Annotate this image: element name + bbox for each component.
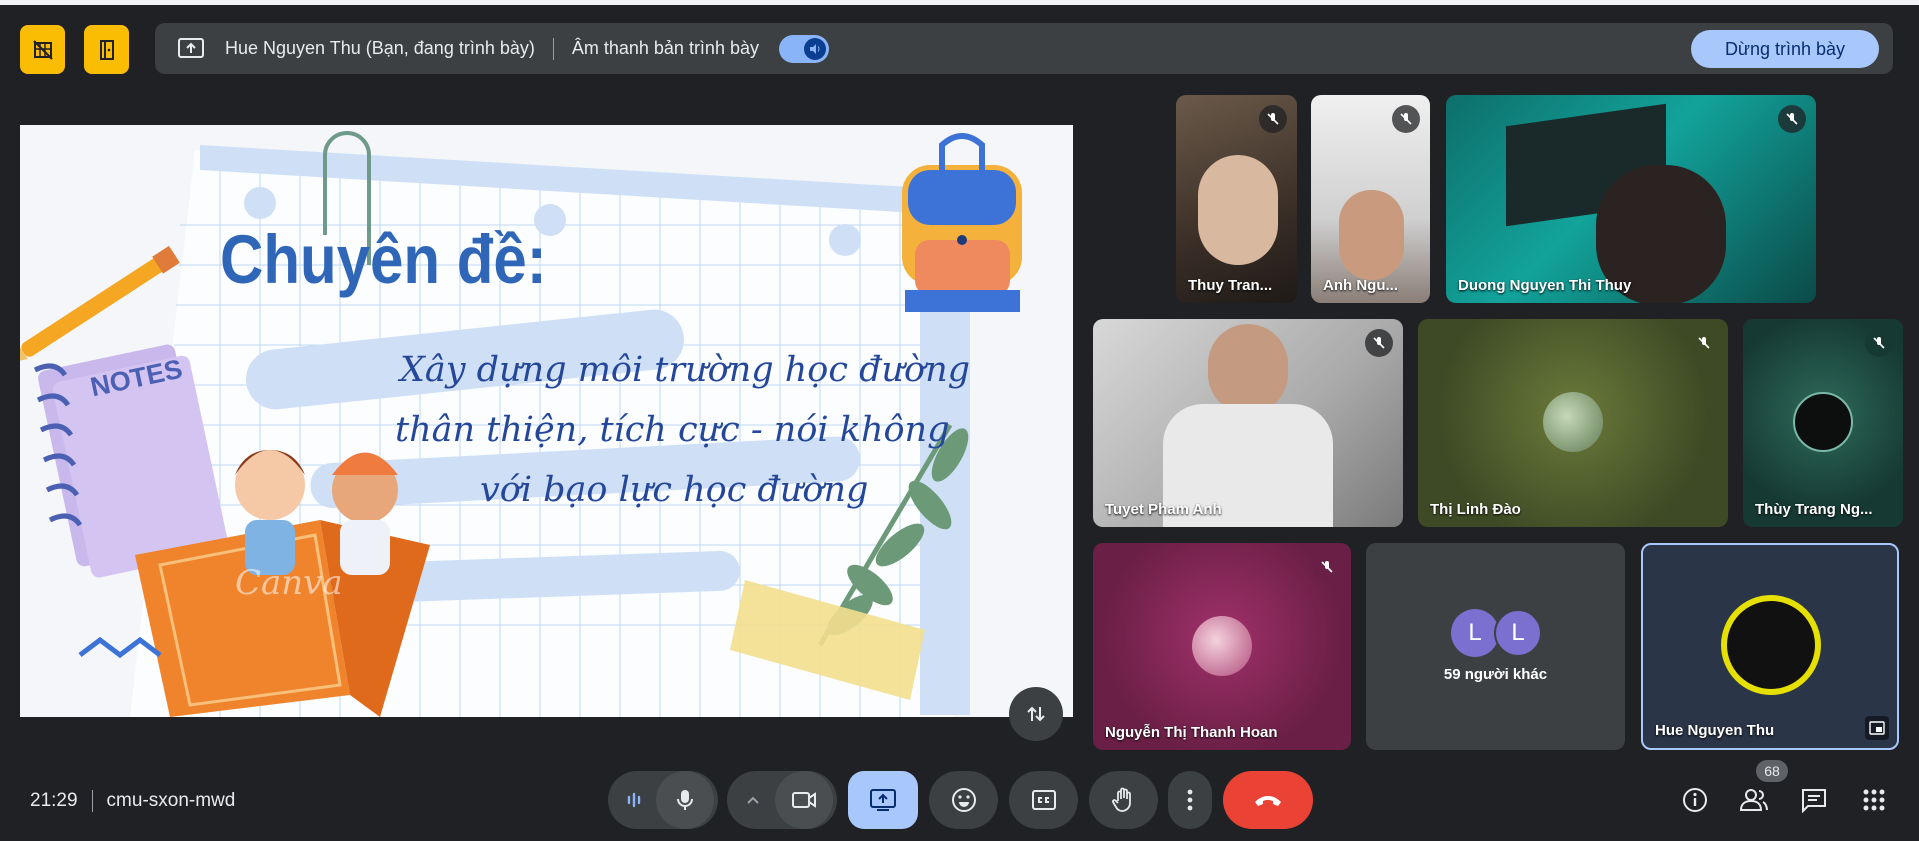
mic-off-icon: [1259, 105, 1287, 133]
slide-line-1: Xây dựng môi trường học đường: [400, 350, 971, 390]
mic-off-icon: [1392, 105, 1420, 133]
present-screen-icon: [175, 33, 207, 65]
mic-off-icon: [1778, 105, 1806, 133]
presentation-audio-label: Âm thanh bản trình bày: [571, 38, 759, 58]
participant-name: Hue Nguyen Thu: [1655, 722, 1775, 739]
grid-off-icon: [32, 39, 53, 60]
mic-off-icon: [1865, 329, 1893, 357]
chat-icon: [1802, 789, 1826, 813]
more-options-button[interactable]: [1168, 771, 1212, 829]
others-label: 59 người khác: [1443, 666, 1548, 683]
participant-tile[interactable]: Thùy Trang Ng...: [1743, 319, 1903, 527]
participant-name: Thị Linh Đào: [1430, 501, 1521, 518]
info-icon: [1683, 788, 1707, 812]
microphone-icon: [677, 790, 693, 810]
participant-tile[interactable]: Tuyet Pham Anh: [1093, 319, 1403, 527]
hide-tiles-button[interactable]: [20, 25, 65, 74]
avatar: [1543, 392, 1603, 452]
swap-layout-button[interactable]: [1009, 687, 1063, 741]
mic-off-icon: [1313, 553, 1341, 581]
participant-name: Anh Ngu...: [1323, 277, 1398, 294]
reactions-button[interactable]: [929, 771, 998, 829]
shared-slide: Chuyên đề: Xây dựng môi trường học đường…: [20, 125, 1073, 717]
door-icon: [99, 39, 114, 60]
camera-icon: [792, 792, 816, 808]
presenter-label: Hue Nguyen Thu (Bạn, đang trình bày): [225, 38, 535, 58]
participant-name: Thùy Trang Ng...: [1755, 501, 1873, 518]
chat-button[interactable]: [1796, 782, 1832, 818]
presentation-bar: Hue Nguyen Thu (Bạn, đang trình bày) Âm …: [155, 23, 1893, 74]
leave-call-button[interactable]: [1223, 771, 1313, 829]
volume-icon: [803, 37, 826, 60]
participant-name: Tuyet Pham Anh: [1105, 501, 1222, 518]
video-face: [1198, 155, 1278, 265]
avatar: [1793, 392, 1853, 452]
people-icon: [1739, 789, 1768, 811]
others-avatar: L: [1494, 609, 1542, 657]
captions-button[interactable]: [1009, 771, 1078, 829]
others-tile[interactable]: L L 59 người khác: [1366, 543, 1625, 750]
call-end-icon: [1255, 796, 1281, 806]
present-button[interactable]: [848, 771, 918, 829]
participant-tile[interactable]: Duong Nguyen Thi Thuy: [1446, 95, 1816, 303]
camera-options-button[interactable]: [731, 778, 775, 822]
stop-presenting-button[interactable]: Dừng trình bày: [1691, 30, 1879, 68]
microphone-button[interactable]: [656, 771, 714, 829]
companion-mode-button[interactable]: [84, 25, 129, 74]
activities-button[interactable]: [1856, 782, 1892, 818]
browser-top-edge: [0, 0, 1919, 5]
apps-grid-icon: [1863, 789, 1885, 811]
divider: [552, 37, 554, 60]
people-count-badge: 68: [1756, 760, 1788, 782]
raise-hand-button[interactable]: [1089, 771, 1158, 829]
audio-level-icon[interactable]: [612, 778, 656, 822]
presentation-audio-toggle[interactable]: [778, 34, 829, 63]
meeting-code: cmu-sxon-mwd: [106, 790, 236, 811]
more-vert-icon: [1187, 789, 1193, 811]
slide-line-3: với bạo lực học đường: [480, 470, 869, 510]
participant-name: Nguyễn Thị Thanh Hoan: [1105, 724, 1278, 741]
avatar: [1192, 616, 1252, 676]
video-face: [1208, 324, 1288, 414]
divider: [91, 790, 93, 812]
pip-icon[interactable]: [1865, 716, 1889, 740]
hand-icon: [1111, 787, 1131, 812]
participant-tile[interactable]: Nguyễn Thị Thanh Hoan: [1093, 543, 1351, 750]
mic-off-icon: [1690, 329, 1718, 357]
emoji-icon: [951, 788, 976, 812]
swap-vertical-icon: [1027, 706, 1045, 722]
self-tile[interactable]: Hue Nguyen Thu: [1641, 543, 1899, 750]
avatar: [1721, 595, 1821, 695]
mic-control-group: [608, 771, 718, 829]
captions-icon: [1031, 790, 1056, 810]
present-screen-icon: [870, 789, 896, 811]
others-avatar: L: [1451, 609, 1499, 657]
participant-name: Duong Nguyen Thi Thuy: [1458, 277, 1632, 294]
video-face: [1339, 190, 1404, 280]
meeting-time: 21:29: [30, 790, 78, 811]
canva-watermark: Canva: [235, 563, 343, 603]
participant-tile[interactable]: Thị Linh Đào: [1418, 319, 1728, 527]
camera-control-group: [727, 771, 837, 829]
meeting-info: 21:29 cmu-sxon-mwd: [30, 790, 235, 812]
mic-off-icon: [1365, 329, 1393, 357]
participant-tile[interactable]: Thuy Tran...: [1176, 95, 1297, 303]
participant-tile[interactable]: Anh Ngu...: [1311, 95, 1430, 303]
slide-line-2: thân thiện, tích cực - nói không: [395, 410, 950, 450]
camera-button[interactable]: [775, 771, 833, 829]
people-button[interactable]: [1736, 782, 1772, 818]
chevron-up-icon: [747, 796, 759, 804]
participant-name: Thuy Tran...: [1188, 277, 1273, 294]
meeting-details-button[interactable]: [1677, 782, 1713, 818]
slide-title: Chuyên đề:: [220, 220, 547, 299]
